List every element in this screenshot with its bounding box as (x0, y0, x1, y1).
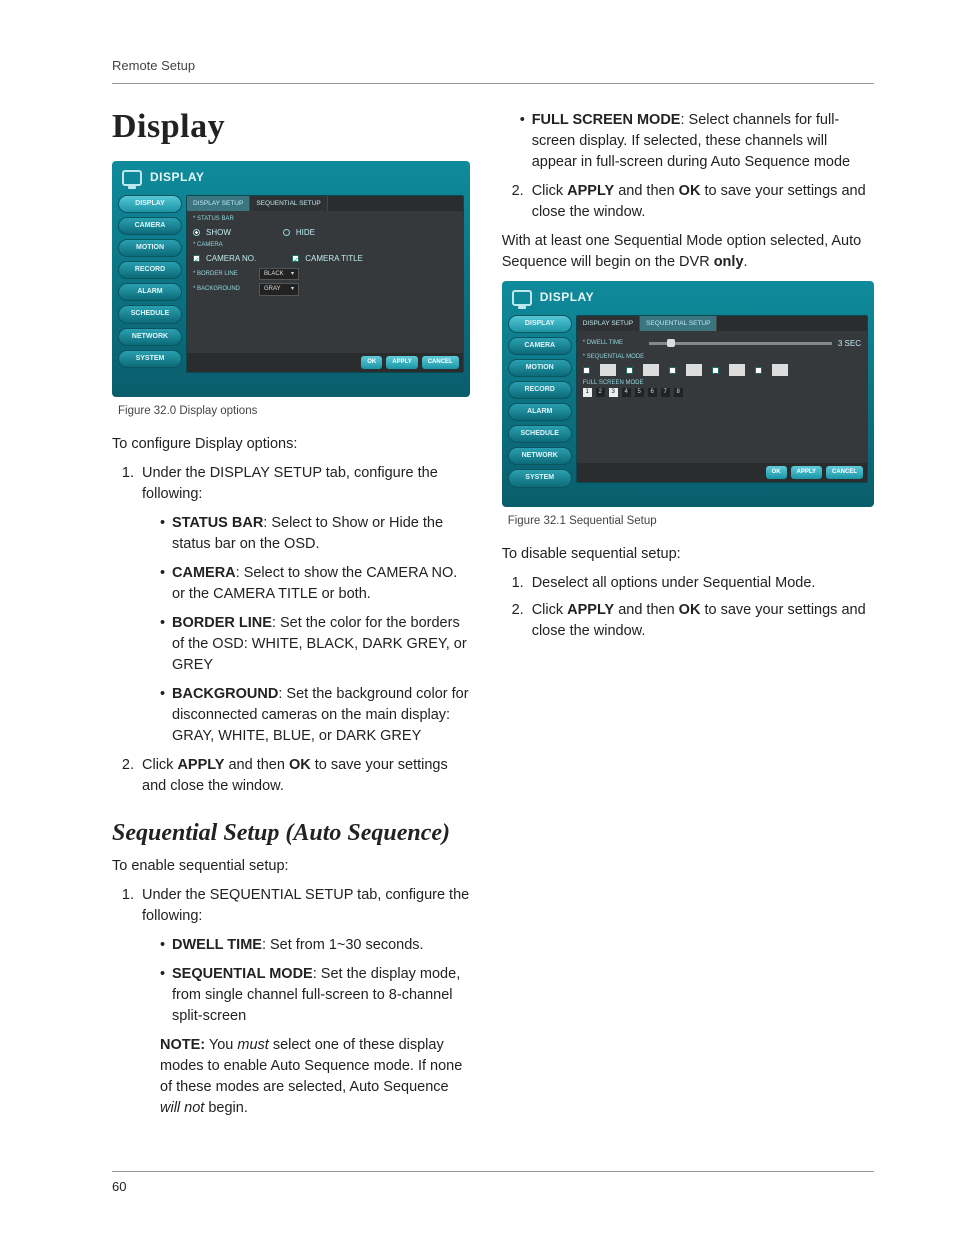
nav-network[interactable]: NETWORK (508, 447, 572, 465)
nav-camera[interactable]: CAMERA (118, 217, 182, 235)
right-step-2: Click APPLY and then OK to save your set… (528, 181, 874, 223)
mode-4[interactable] (626, 367, 633, 374)
ch-2[interactable]: 2 (596, 388, 605, 397)
nav-schedule[interactable]: SCHEDULE (118, 305, 182, 323)
check-cameratitle[interactable] (292, 255, 299, 262)
nav-motion[interactable]: MOTION (118, 239, 182, 257)
subheading-sequential: Sequential Setup (Auto Sequence) (112, 819, 470, 848)
ch-8[interactable]: 8 (674, 388, 683, 397)
label-dwell: * DWELL TIME (583, 339, 643, 348)
disable-intro: To disable sequential setup: (502, 544, 874, 565)
cancel-button[interactable]: CANCEL (826, 466, 863, 479)
bullet-seqmode: SEQUENTIAL MODE: Set the display mode, f… (160, 964, 470, 1027)
ch-5[interactable]: 5 (635, 388, 644, 397)
radio-show-label: SHOW (206, 227, 231, 239)
seq-intro: To enable sequential setup: (112, 856, 470, 877)
mode-6[interactable] (669, 367, 676, 374)
label-border: * BORDER LINE (193, 270, 253, 279)
mode-9[interactable] (755, 367, 762, 374)
ch-6[interactable]: 6 (648, 388, 657, 397)
window-title: DISPLAY (540, 289, 594, 306)
ch-7[interactable]: 7 (661, 388, 670, 397)
seq-step-1: Under the SEQUENTIAL SETUP tab, configur… (138, 885, 470, 1119)
nav-record[interactable]: RECORD (508, 381, 572, 399)
bullet-border: BORDER LINE: Set the color for the borde… (160, 613, 470, 676)
label-statusbar: * STATUS BAR (193, 215, 457, 224)
label-seqmode: * SEQUENTIAL MODE (583, 353, 861, 362)
nav-alarm[interactable]: ALARM (118, 283, 182, 301)
window-title: DISPLAY (150, 169, 204, 186)
monitor-icon (122, 170, 142, 186)
step-1: Under the DISPLAY SETUP tab, configure t… (138, 463, 470, 747)
slider-dwell[interactable] (649, 342, 832, 345)
intro-text: To configure Display options: (112, 434, 470, 455)
apply-button[interactable]: APPLY (386, 356, 417, 369)
tab-sequential-setup[interactable]: SEQUENTIAL SETUP (250, 196, 327, 211)
tab-display-setup[interactable]: DISPLAY SETUP (577, 316, 640, 331)
ch-1[interactable]: 1 (583, 388, 592, 397)
nav-camera[interactable]: CAMERA (508, 337, 572, 355)
label-background: * BACKGROUND (193, 285, 253, 294)
nav-alarm[interactable]: ALARM (508, 403, 572, 421)
label-camera: * CAMERA (193, 241, 457, 250)
note-block: NOTE: You must select one of these displ… (160, 1035, 470, 1119)
bullet-background: BACKGROUND: Set the background color for… (160, 684, 470, 747)
nav-record[interactable]: RECORD (118, 261, 182, 279)
select-background[interactable]: GRAY▾ (259, 283, 299, 296)
page-number: 60 (112, 1179, 126, 1194)
mode-1[interactable] (583, 367, 590, 374)
sidebar-nav: DISPLAY CAMERA MOTION RECORD ALARM SCHED… (508, 315, 572, 483)
nav-display[interactable]: DISPLAY (508, 315, 572, 333)
figure-sequential-setup: DISPLAY DISPLAY CAMERA MOTION RECORD ALA… (502, 281, 874, 507)
dwell-value: 3 SEC (838, 338, 861, 350)
bullet-statusbar: STATUS BAR: Select to Show or Hide the s… (160, 513, 470, 555)
check-camerano-label: CAMERA NO. (206, 253, 256, 265)
sidebar-nav: DISPLAY CAMERA MOTION RECORD ALARM SCHED… (118, 195, 182, 373)
bullet-dwell: DWELL TIME: Set from 1~30 seconds. (160, 935, 470, 956)
ch-4[interactable]: 4 (622, 388, 631, 397)
tab-sequential-setup[interactable]: SEQUENTIAL SETUP (640, 316, 717, 331)
ch-3[interactable]: 3 (609, 388, 618, 397)
bullet-camera: CAMERA: Select to show the CAMERA NO. or… (160, 563, 470, 605)
nav-motion[interactable]: MOTION (508, 359, 572, 377)
dvr-only-para: With at least one Sequential Mode option… (502, 231, 874, 273)
nav-schedule[interactable]: SCHEDULE (508, 425, 572, 443)
check-camerano[interactable] (193, 255, 200, 262)
disable-step-2: Click APPLY and then OK to save your set… (528, 600, 874, 642)
radio-hide[interactable] (283, 229, 290, 236)
select-border[interactable]: BLACK▾ (259, 268, 299, 281)
radio-hide-label: HIDE (296, 227, 315, 239)
tab-display-setup[interactable]: DISPLAY SETUP (187, 196, 250, 211)
nav-network[interactable]: NETWORK (118, 328, 182, 346)
figure-display-options: DISPLAY DISPLAY CAMERA MOTION RECORD ALA… (112, 161, 470, 397)
figure-caption-1: Figure 32.0 Display options (118, 403, 470, 420)
fsm-channels: 1 2 3 4 5 6 7 8 (583, 388, 861, 397)
step-2: Click APPLY and then OK to save your set… (138, 755, 470, 797)
page-title: Display (112, 102, 470, 151)
seqmode-icons (583, 364, 861, 376)
nav-display[interactable]: DISPLAY (118, 195, 182, 213)
bullet-fullscreen: FULL SCREEN MODE: Select channels for fu… (520, 110, 874, 173)
label-fsm: FULL SCREEN MODE (583, 379, 861, 388)
nav-system[interactable]: SYSTEM (118, 350, 182, 368)
monitor-icon (512, 290, 532, 306)
nav-system[interactable]: SYSTEM (508, 469, 572, 487)
ok-button[interactable]: OK (361, 356, 382, 369)
apply-button[interactable]: APPLY (791, 466, 822, 479)
ok-button[interactable]: OK (766, 466, 787, 479)
running-header: Remote Setup (112, 58, 195, 73)
mode-8[interactable] (712, 367, 719, 374)
check-cameratitle-label: CAMERA TITLE (305, 253, 363, 265)
cancel-button[interactable]: CANCEL (422, 356, 459, 369)
disable-step-1: Deselect all options under Sequential Mo… (528, 573, 874, 594)
radio-show[interactable] (193, 229, 200, 236)
figure-caption-2: Figure 32.1 Sequential Setup (508, 513, 874, 530)
